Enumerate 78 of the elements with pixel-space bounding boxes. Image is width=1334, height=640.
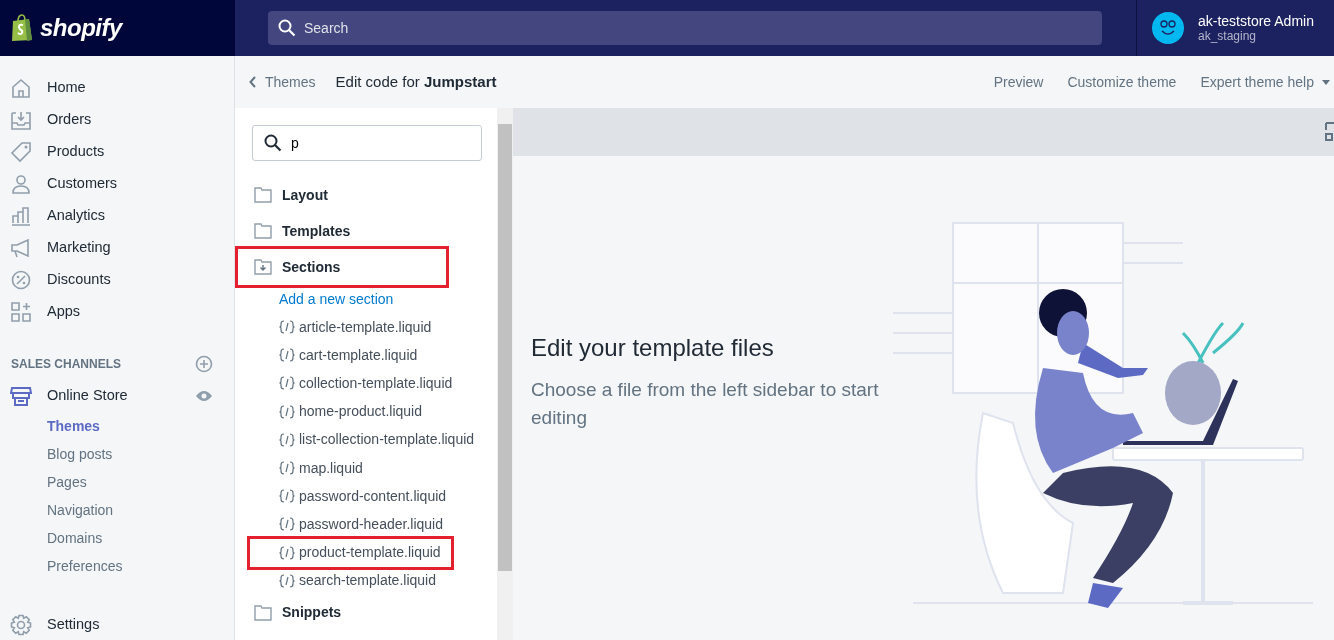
chevron-left-icon	[249, 76, 257, 88]
dropdown-button[interactable]: Expert theme help	[1200, 71, 1330, 93]
search-field[interactable]: Search	[268, 11, 1102, 45]
inbox-icon	[10, 109, 32, 131]
avatar-icon[interactable]	[1152, 12, 1184, 44]
folder-item[interactable]: Layout	[252, 177, 447, 213]
file-item[interactable]: password-header.liquid	[252, 510, 443, 539]
nav-item[interactable]: Apps	[0, 296, 234, 328]
code-icon	[279, 488, 295, 505]
caret-icon	[1322, 79, 1330, 85]
empty-state-title: Edit your template files	[531, 333, 775, 363]
code-icon	[279, 572, 295, 589]
settings-icon	[10, 614, 32, 636]
sub-nav-item[interactable]: Blog posts	[0, 440, 234, 468]
settings-item[interactable]: Settings	[0, 609, 234, 640]
scrollbar[interactable]	[497, 108, 513, 640]
code-icon	[279, 516, 295, 533]
page-title: Edit code for Jumpstart	[335, 71, 497, 92]
shopping-bag-logo-icon	[10, 14, 34, 42]
file-item[interactable]: article-template.liquid	[252, 313, 432, 342]
code-icon	[279, 403, 295, 420]
nav-item[interactable]: Marketing	[0, 232, 234, 264]
add-icon[interactable]	[195, 355, 213, 373]
folder-item[interactable]: Snippets	[252, 594, 447, 631]
code-icon	[279, 460, 295, 477]
eye-icon[interactable]	[195, 390, 213, 402]
home-icon	[10, 77, 32, 99]
folder-download-icon	[254, 258, 272, 276]
storefront-icon	[10, 385, 32, 407]
header-link[interactable]: Preview	[993, 71, 1044, 93]
folder-item[interactable]: Templates	[252, 213, 447, 249]
file-item[interactable]: home-product.liquid	[252, 397, 422, 426]
nav-item[interactable]: Products	[0, 136, 234, 168]
nav-item[interactable]: Home	[0, 72, 234, 104]
nav-item[interactable]: Orders	[0, 104, 234, 136]
file-item[interactable]: cart-template.liquid	[252, 341, 418, 370]
empty-state-text: Choose a file from the left sidebar to start editing	[531, 378, 880, 431]
logo-text: shopify	[40, 13, 122, 43]
search-icon	[278, 19, 296, 37]
search-icon	[264, 134, 282, 152]
code-icon	[279, 375, 295, 392]
file-search-field[interactable]: p	[252, 125, 482, 161]
code-icon	[279, 319, 295, 336]
code-icon	[279, 431, 295, 448]
file-item[interactable]: list-collection-template.liquid	[252, 425, 475, 454]
sub-nav-item[interactable]: Domains	[0, 524, 234, 552]
discount-icon	[10, 269, 32, 291]
sub-nav-item[interactable]: Pages	[0, 468, 234, 496]
code-icon	[279, 347, 295, 364]
bar-chart-icon	[10, 205, 32, 227]
person-icon	[10, 173, 32, 195]
tag-icon	[10, 141, 32, 163]
file-item[interactable]: map.liquid	[252, 453, 363, 483]
sub-nav-item[interactable]: Navigation	[0, 496, 234, 524]
nav-item[interactable]: Analytics	[0, 200, 234, 232]
sub-nav-item[interactable]: Themes	[0, 412, 234, 440]
folder-icon	[254, 603, 272, 622]
folder-icon	[254, 222, 272, 240]
file-item[interactable]: password-content.liquid	[252, 482, 447, 511]
channel-item[interactable]: Online Store	[0, 380, 195, 412]
sub-nav-item[interactable]: Preferences	[0, 552, 234, 580]
code-icon	[279, 544, 295, 561]
back-link[interactable]: Themes	[249, 71, 316, 93]
account-name: ak-teststore Admin	[1198, 13, 1314, 29]
nav-item[interactable]: Customers	[0, 168, 234, 200]
file-item[interactable]: collection-template.liquid	[252, 369, 453, 398]
apps-icon	[10, 301, 32, 323]
add-file-link[interactable]: Add a new section	[252, 285, 394, 313]
section-heading: SALES CHANNELS	[11, 356, 121, 373]
megaphone-icon	[10, 237, 32, 259]
folder-icon	[254, 186, 272, 204]
fullscreen-icon[interactable]	[1325, 122, 1334, 142]
header-link[interactable]: Customize theme	[1067, 71, 1177, 93]
file-item[interactable]: search-template.liquid	[252, 566, 436, 595]
store-name: ak_staging	[1198, 29, 1258, 43]
file-item[interactable]: product-template.liquid	[250, 538, 451, 567]
nav-item[interactable]: Discounts	[0, 264, 234, 296]
folder-item[interactable]: Sections	[238, 249, 446, 285]
